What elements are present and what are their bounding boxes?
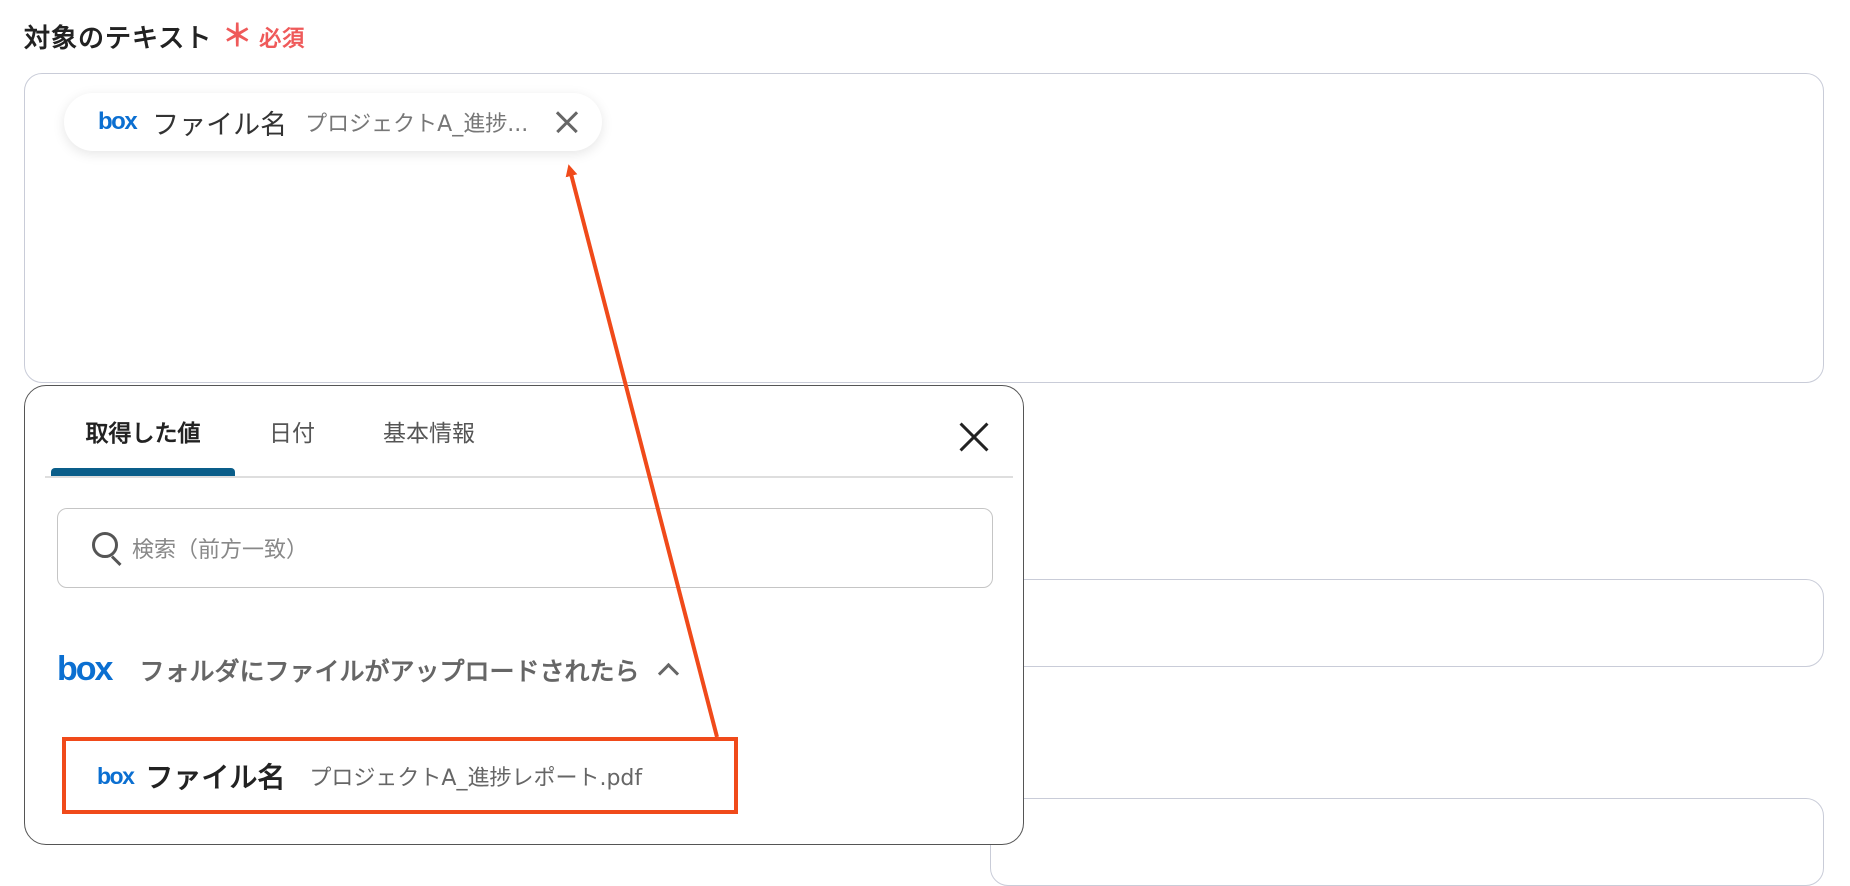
trigger-group-header[interactable]: box フォルダにファイルがアップロードされたら	[57, 650, 680, 689]
close-icon[interactable]	[552, 107, 582, 137]
box-logo-icon: box	[98, 108, 138, 135]
tab-acquired-values[interactable]: 取得した値	[51, 386, 235, 476]
close-icon[interactable]	[956, 419, 992, 455]
chevron-up-icon[interactable]	[658, 662, 680, 685]
search-icon	[92, 532, 124, 567]
chip-value: プロジェクトA_進捗...	[305, 112, 529, 137]
box-logo-icon: box	[57, 650, 113, 688]
tab-basic-info[interactable]: 基本情報	[349, 386, 509, 476]
required-asterisk-icon: ＊	[222, 18, 254, 54]
item-name: ファイル名	[145, 761, 286, 794]
background-input-field[interactable]	[990, 798, 1824, 886]
required-badge: 必須	[259, 26, 306, 52]
item-value: プロジェクトA_進捗レポート.pdf	[309, 766, 643, 791]
background-input-field[interactable]	[990, 579, 1824, 667]
value-picker-panel: 取得した値 日付 基本情報 検索（前方一致） box フォルダにファイルがアップ…	[24, 385, 1024, 845]
variable-chip[interactable]: box ファイル名 プロジェクトA_進捗...	[64, 93, 602, 151]
search-input[interactable]: 検索（前方一致）	[57, 508, 993, 588]
tab-bar: 取得した値 日付 基本情報	[51, 386, 509, 476]
field-label: 対象のテキスト ＊ 必須	[24, 18, 305, 55]
chip-name: ファイル名	[152, 109, 288, 141]
search-placeholder: 検索（前方一致）	[132, 538, 309, 563]
field-label-text: 対象のテキスト	[24, 24, 213, 54]
list-item[interactable]: box ファイル名 プロジェクトA_進捗レポート.pdf	[61, 740, 729, 812]
box-logo-icon: box	[97, 762, 135, 789]
group-title: フォルダにファイルがアップロードされたら	[139, 656, 640, 686]
divider	[45, 476, 1013, 478]
tab-date[interactable]: 日付	[235, 386, 349, 476]
